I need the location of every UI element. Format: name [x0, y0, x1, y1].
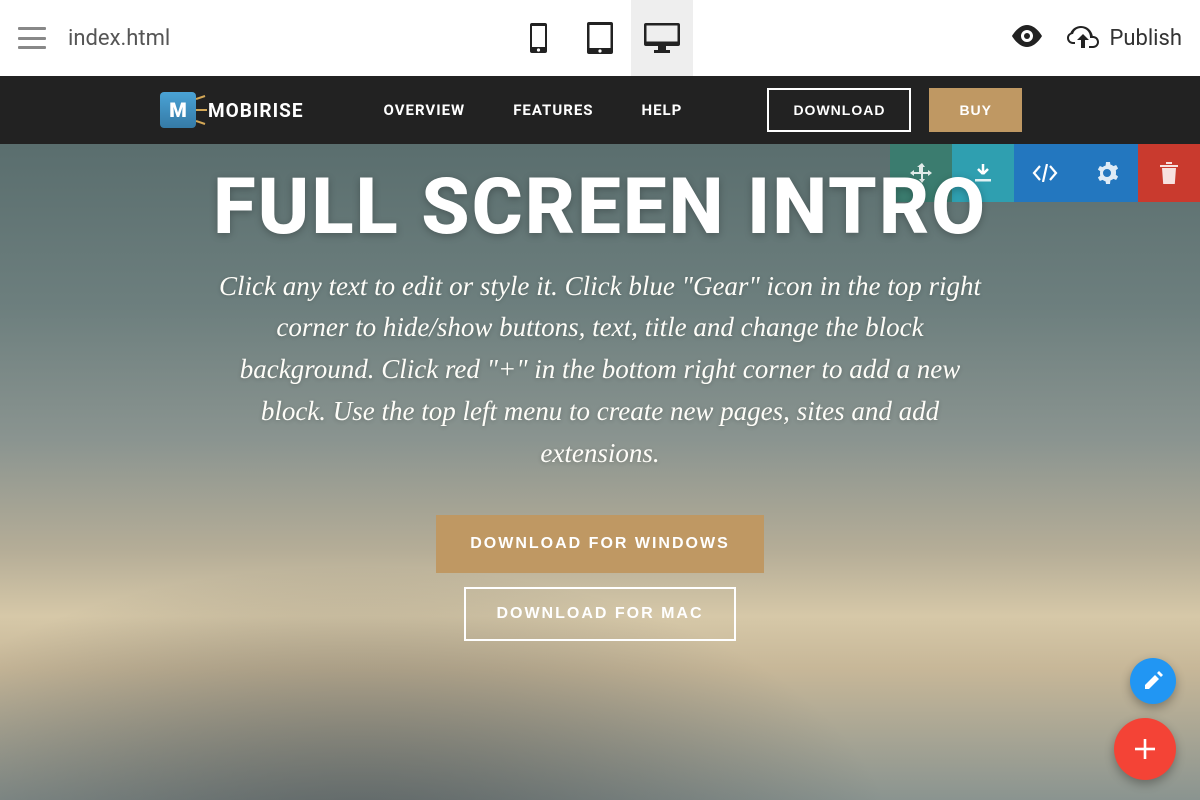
pencil-icon — [1143, 671, 1163, 691]
hero-content: FULL SCREEN INTRO Click any text to edit… — [0, 144, 1200, 641]
preview-button[interactable] — [1011, 25, 1043, 51]
phone-icon — [530, 23, 547, 53]
brand[interactable]: M MOBIRISE — [160, 92, 304, 128]
cloud-upload-icon — [1067, 26, 1099, 50]
hero-actions: DOWNLOAD FOR WINDOWS DOWNLOAD FOR MAC — [0, 515, 1200, 641]
filename[interactable]: index.html — [68, 26, 170, 51]
nav-link-overview[interactable]: OVERVIEW — [384, 101, 466, 119]
publish-button[interactable]: Publish — [1067, 26, 1182, 51]
tablet-preview-button[interactable] — [569, 0, 631, 76]
fab-add-button[interactable] — [1114, 718, 1176, 780]
eye-icon — [1011, 25, 1043, 47]
tablet-icon — [587, 22, 613, 54]
nav-link-features[interactable]: FEATURES — [513, 101, 593, 119]
menu-icon[interactable] — [18, 27, 46, 49]
phone-preview-button[interactable] — [507, 0, 569, 76]
toolbar-right: Publish — [1011, 25, 1182, 51]
site-navbar: M MOBIRISE OVERVIEW FEATURES HELP DOWNLO… — [0, 76, 1200, 144]
nav-links: OVERVIEW FEATURES HELP — [384, 101, 683, 119]
download-button[interactable]: DOWNLOAD — [767, 88, 911, 132]
plus-icon — [1132, 736, 1158, 762]
brand-logo-icon: M — [160, 92, 196, 128]
download-mac-button[interactable]: DOWNLOAD FOR MAC — [464, 587, 735, 641]
hero-title[interactable]: FULL SCREEN INTRO — [0, 168, 1200, 248]
hero-block: FULL SCREEN INTRO Click any text to edit… — [0, 144, 1200, 800]
buy-button[interactable]: BUY — [929, 88, 1022, 132]
nav-link-help[interactable]: HELP — [642, 101, 683, 119]
desktop-icon — [644, 23, 680, 53]
fab-edit-button[interactable] — [1130, 658, 1176, 704]
brand-name: MOBIRISE — [208, 99, 304, 122]
hero-description[interactable]: Click any text to edit or style it. Clic… — [210, 266, 990, 475]
app-toolbar: index.html Publish — [0, 0, 1200, 76]
desktop-preview-button[interactable] — [631, 0, 693, 76]
download-windows-button[interactable]: DOWNLOAD FOR WINDOWS — [436, 515, 764, 573]
device-preview-group — [507, 0, 693, 76]
publish-label: Publish — [1109, 26, 1182, 51]
